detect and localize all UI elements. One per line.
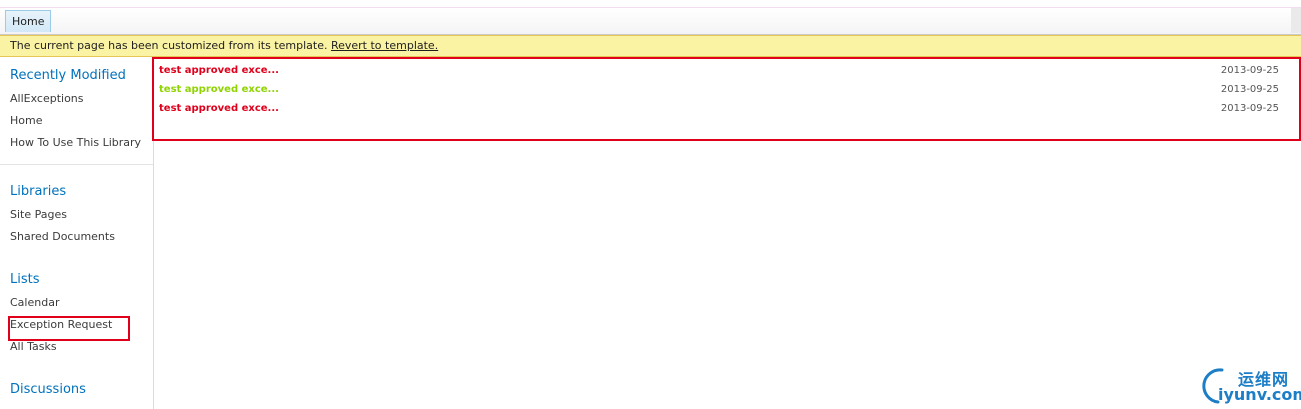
nav-heading-recently-modified[interactable]: Recently Modified [10,68,126,83]
tab-bar-end [1291,8,1301,33]
nav-item-home[interactable]: Home [10,114,42,127]
tab-home[interactable]: Home [5,10,52,32]
list-item-date: 2013-09-25 [1220,103,1279,114]
exception-request-highlight-box [8,316,130,341]
quick-launch-nav: Recently Modified AllExceptions Home How… [0,57,154,409]
list-item-date: 2013-09-25 [1220,84,1279,95]
top-border [0,0,1301,8]
list-item-title[interactable]: test approved exce... [159,103,279,114]
nav-heading-discussions[interactable]: Discussions [10,382,86,397]
list-highlight-box [152,57,1301,141]
nav-divider [0,164,153,165]
breadcrumb-tab-bar: Home [0,8,1301,35]
nav-item-shared-documents[interactable]: Shared Documents [10,230,115,243]
nav-item-site-pages[interactable]: Site Pages [10,208,67,221]
iyunv-watermark-logo: 运维网 iyunv.com [1196,362,1301,408]
nav-item-calendar[interactable]: Calendar [10,296,59,309]
list-item-title[interactable]: test approved exce... [159,65,279,76]
list-item-date: 2013-09-25 [1220,65,1279,76]
watermark-en-text: iyunv.com [1218,385,1301,404]
nav-heading-lists[interactable]: Lists [10,272,40,287]
nav-heading-libraries[interactable]: Libraries [10,184,66,199]
revert-to-template-link[interactable]: Revert to template. [331,39,438,52]
nav-item-allexceptions[interactable]: AllExceptions [10,92,84,105]
customized-page-status-bar: The current page has been customized fro… [0,35,1301,57]
list-item-title[interactable]: test approved exce... [159,84,279,95]
nav-item-how-to-use[interactable]: How To Use This Library [10,136,141,149]
nav-item-all-tasks[interactable]: All Tasks [10,340,57,353]
status-message: The current page has been customized fro… [10,39,328,52]
